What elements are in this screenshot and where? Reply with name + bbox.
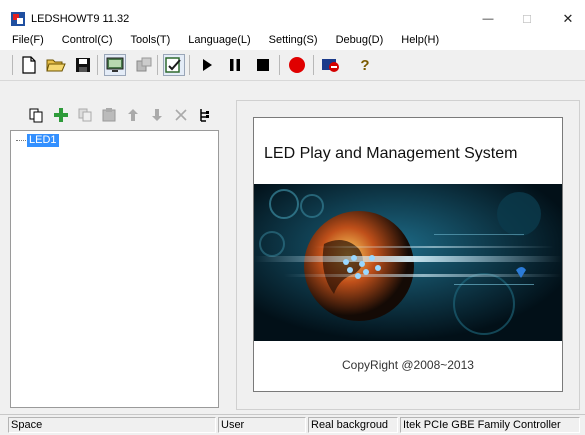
open-folder-icon [46, 59, 66, 72]
move-down-button[interactable] [148, 106, 166, 124]
add-button[interactable] [52, 106, 70, 124]
help-button[interactable]: ? [354, 54, 376, 76]
tree-structure-icon [200, 109, 209, 122]
copy-page-icon [29, 108, 43, 122]
tree-node-led1[interactable]: LED1 [16, 134, 59, 147]
minimize-icon: — [482, 13, 494, 25]
toolbar-separator [313, 55, 314, 75]
maximize-icon: ☐ [522, 13, 532, 26]
arrow-down-icon [152, 109, 162, 121]
toolbar-separator [279, 55, 280, 75]
screen-tree[interactable]: LED1 [10, 130, 219, 408]
delete-button[interactable] [172, 106, 190, 124]
status-user: User [218, 417, 306, 433]
screen-off-icon [322, 59, 339, 72]
menu-tools[interactable]: Tools(T) [128, 32, 174, 48]
toolbar-separator [157, 55, 158, 75]
play-icon [203, 59, 212, 71]
maximize-button[interactable]: ☐ [511, 8, 543, 30]
copy-page-button[interactable] [27, 106, 45, 124]
duplicate-button[interactable] [76, 106, 94, 124]
copyright-text: CopyRight @2008~2013 [342, 358, 474, 372]
menu-debug[interactable]: Debug(D) [333, 32, 387, 48]
add-icon [54, 108, 68, 122]
stop-icon [257, 59, 269, 71]
hardware-icon [136, 57, 152, 72]
window-title: LEDSHOWT9 11.32 [31, 13, 130, 25]
stop-button[interactable] [252, 54, 274, 76]
minimize-button[interactable]: — [472, 8, 504, 30]
duplicate-icon [78, 108, 92, 122]
tree-connector [16, 140, 26, 141]
help-icon: ? [360, 56, 370, 74]
open-folder-button[interactable] [45, 54, 67, 76]
menu-help[interactable]: Help(H) [398, 32, 442, 48]
delete-icon [175, 109, 187, 121]
paste-icon [102, 108, 116, 122]
menu-bar: File(F) Control(C) Tools(T) Language(L) … [0, 30, 585, 50]
hardware-button[interactable] [133, 54, 155, 76]
arrow-up-icon [128, 109, 138, 121]
close-icon: ✕ [562, 11, 574, 26]
status-bar: Space User Real backgroud Itek PCIe GBE … [0, 414, 585, 435]
play-button[interactable] [196, 54, 218, 76]
screen-off-button[interactable] [320, 54, 342, 76]
app-logo-icon [11, 12, 25, 26]
record-icon [289, 57, 305, 73]
pause-button[interactable] [224, 54, 246, 76]
save-icon [76, 58, 90, 72]
monitor-button[interactable] [104, 54, 126, 76]
splash-panel: LED Play and Management System CopyRight… [253, 117, 563, 392]
new-file-button[interactable] [18, 54, 40, 76]
monitor-icon [106, 57, 124, 72]
close-button[interactable]: ✕ [552, 8, 584, 30]
tree-structure-button[interactable] [196, 106, 214, 124]
toolbar-separator [97, 55, 98, 75]
status-background: Real backgroud [308, 417, 398, 433]
toolbar-separator [12, 55, 13, 75]
main-toolbar: ? [0, 50, 585, 81]
edit-icon [165, 57, 181, 73]
app-window: LEDSHOWT9 11.32 — ☐ ✕ File(F) Control(C)… [0, 0, 585, 435]
save-button[interactable] [72, 54, 94, 76]
status-space: Space [8, 417, 216, 433]
status-controller: Itek PCIe GBE Family Controller [400, 417, 580, 433]
new-file-icon [22, 56, 36, 74]
menu-language[interactable]: Language(L) [185, 32, 253, 48]
title-bar: LEDSHOWT9 11.32 — ☐ ✕ [0, 0, 585, 30]
toolbar-separator [189, 55, 190, 75]
edit-button[interactable] [163, 54, 185, 76]
record-button[interactable] [286, 54, 308, 76]
splash-title: LED Play and Management System [264, 145, 518, 162]
paste-button[interactable] [100, 106, 118, 124]
move-up-button[interactable] [124, 106, 142, 124]
tree-node-label: LED1 [27, 134, 59, 147]
menu-setting[interactable]: Setting(S) [266, 32, 321, 48]
menu-file[interactable]: File(F) [9, 32, 47, 48]
pause-icon [230, 59, 240, 71]
globe-network-image [254, 184, 562, 341]
menu-control[interactable]: Control(C) [59, 32, 116, 48]
